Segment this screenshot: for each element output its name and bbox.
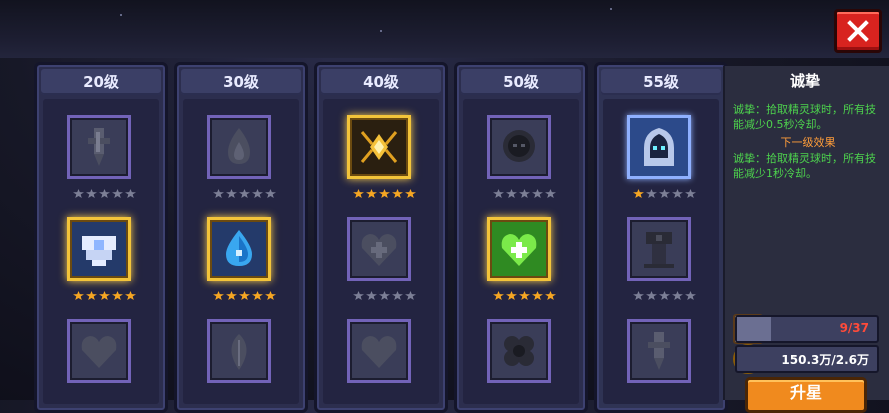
talent-frame [67,319,131,383]
talent-frame [627,115,691,179]
talent-frame [347,217,411,281]
gold-bar: 150.3万/2.6万 [735,345,879,373]
shirt-icon [82,236,116,266]
sword-icon [648,332,670,370]
talent-frame [207,115,271,179]
talent-frame [67,115,131,179]
ghost-icon [503,130,535,162]
talent-frame [207,319,271,383]
star-rating [493,183,563,198]
column-level-40: 40级 [314,62,448,413]
talent-frame [347,115,411,179]
leaf-icon [231,334,247,370]
talent-slot[interactable] [463,201,579,303]
fragment-progress-bar: 9/37 [735,315,879,343]
star-rating [353,285,423,300]
talent-slot[interactable] [43,99,159,201]
cluster-icon [504,336,534,366]
column-body [603,99,719,404]
column-header: 50级 [461,69,581,95]
column-body [43,99,159,404]
column-header: 20级 [41,69,161,95]
talent-frame [487,217,551,281]
sword-icon [88,128,110,166]
hooded-spirit-icon [644,128,674,166]
star-rating [353,183,423,198]
heart-plus-icon [361,234,397,266]
star-rating [493,285,563,300]
talent-slot[interactable] [43,303,159,405]
talent-frame [67,217,131,281]
talent-frame [627,319,691,383]
talent-name: 诚挚 [789,72,820,90]
column-header: 30级 [181,69,301,95]
talent-slot-selected[interactable] [603,99,719,201]
crystal-icon [360,131,398,163]
heart-icon [361,336,397,368]
turret-icon [644,232,674,268]
column-header: 55级 [601,69,721,95]
column-body [183,99,299,404]
column-body [463,99,579,404]
star-rating [73,183,143,198]
gold-amount: 150.3万/2.6万 [781,353,869,367]
next-effect-text: 诚挚：拾取精灵球时，所有技能减少1秒冷却。 [733,152,876,180]
star-particle [120,14,122,16]
talent-slot[interactable] [183,303,299,405]
flame-icon [228,128,250,164]
talent-slot[interactable] [603,303,719,405]
star-rating [213,183,283,198]
talent-slot[interactable] [323,201,439,303]
talent-slot[interactable] [43,201,159,303]
column-body [323,99,439,404]
top-band [0,0,889,58]
column-level-55: 55级 [594,62,728,413]
star-rating [73,285,143,300]
column-header: 40级 [321,69,441,95]
water-drop-icon [226,230,252,266]
heart-icon [81,336,117,368]
close-button[interactable] [834,9,882,53]
upgrade-star-button[interactable]: 升星 [745,377,867,413]
talent-slot[interactable] [183,99,299,201]
close-icon [847,20,869,42]
star-rating [633,183,703,198]
talent-slot[interactable] [603,201,719,303]
talent-slot[interactable] [183,201,299,303]
column-level-50: 50级 [454,62,588,413]
column-level-20: 20级 [34,62,168,413]
talent-frame [347,319,411,383]
talent-slot[interactable] [463,99,579,201]
fragment-count: 9/37 [839,321,869,335]
talent-frame [487,115,551,179]
talent-frame [207,217,271,281]
column-level-30: 30级 [174,62,308,413]
current-effect-text: 诚挚：拾取精灵球时，所有技能减少0.5秒冷却。 [733,103,876,131]
talent-slot[interactable] [323,303,439,405]
star-rating [213,285,283,300]
talent-slot[interactable] [323,99,439,201]
fragment-progress-fill [737,317,772,341]
next-level-label: 下一级效果 [780,136,836,149]
talent-slot[interactable] [463,303,579,405]
star-particle [610,8,612,10]
talent-frame [487,319,551,383]
star-rating [633,285,703,300]
star-particle [380,30,382,32]
talent-frame [627,217,691,281]
heart-plus-icon [501,234,537,266]
